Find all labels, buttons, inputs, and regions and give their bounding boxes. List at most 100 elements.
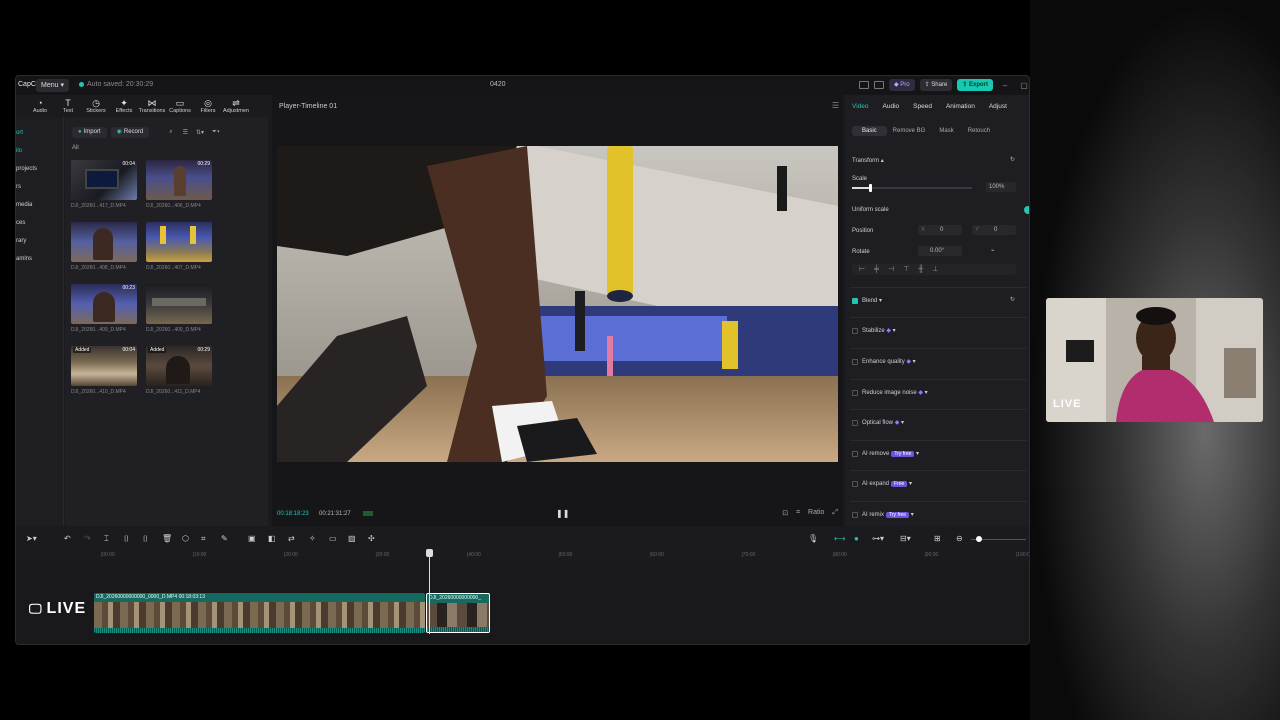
align-right-icon[interactable]: ⊣ bbox=[888, 264, 894, 275]
export-button[interactable]: ⇧ Export bbox=[957, 79, 993, 91]
playhead-handle[interactable] bbox=[426, 549, 433, 557]
flip-icon[interactable]: ⌁ bbox=[991, 247, 995, 254]
align-center-icon[interactable]: ╪ bbox=[874, 264, 879, 275]
sidebar-item-import[interactable]: ort bbox=[16, 127, 60, 139]
mic-icon[interactable]: 🎙 bbox=[808, 534, 818, 543]
subtab-remove-bg[interactable]: Remove BG bbox=[893, 128, 926, 134]
video-clip[interactable]: DJI_20260000000000_0000_D.MP4 00:18:03:1… bbox=[94, 593, 425, 633]
record-button[interactable]: ◉ Record bbox=[110, 126, 150, 138]
tool-text[interactable]: T Text bbox=[56, 95, 80, 117]
tool-adjustment[interactable]: ⇌ Adjustmen bbox=[223, 95, 249, 117]
stabilize-checkbox[interactable] bbox=[852, 328, 858, 334]
timeline-ruler[interactable]: |00:00 |10:00 |20:00 |30:00 |40:00 |50:00 |60:… bbox=[16, 549, 1029, 561]
blend-label[interactable]: Blend ▾ bbox=[862, 297, 882, 304]
sidebar-item-spaces[interactable]: ces bbox=[16, 217, 60, 229]
media-thumb-8[interactable]: Added 00:29 bbox=[146, 346, 212, 386]
media-thumb-4[interactable] bbox=[146, 222, 212, 262]
noise-label[interactable]: Reduce image noise ◆ ▾ bbox=[862, 389, 928, 396]
tab-video[interactable]: Video bbox=[852, 103, 869, 110]
pause-icon[interactable]: ❚❚ bbox=[556, 509, 569, 518]
ai-remove-checkbox[interactable] bbox=[852, 451, 858, 457]
media-thumb-5[interactable]: 00:23 bbox=[71, 284, 137, 324]
blend-checkbox[interactable] bbox=[852, 298, 858, 304]
screen-icon[interactable]: ▭ bbox=[329, 534, 337, 543]
blend-reset-icon[interactable]: ↻ bbox=[1010, 296, 1015, 303]
align-left-icon[interactable]: ⊢ bbox=[859, 264, 865, 275]
crop-tool-icon[interactable]: ⌗ bbox=[201, 534, 206, 544]
fit-icon[interactable]: ⊡ bbox=[782, 509, 788, 517]
tool-filters[interactable]: ◎ Filters bbox=[196, 95, 220, 117]
sidebar-item-projects[interactable]: projects bbox=[16, 163, 60, 175]
reverse-icon[interactable]: ⇄ bbox=[288, 534, 295, 543]
align-top-icon[interactable]: ⊤ bbox=[903, 264, 909, 275]
player-menu-icon[interactable]: ☰ bbox=[832, 101, 839, 110]
fullscreen-icon[interactable]: ⤢ bbox=[832, 509, 838, 517]
tab-animation[interactable]: Animation bbox=[946, 103, 975, 110]
subtab-mask[interactable]: Mask bbox=[939, 128, 953, 134]
subtab-retouch[interactable]: Retouch bbox=[968, 128, 990, 134]
ai-remix-checkbox[interactable] bbox=[852, 512, 858, 518]
tool-audio[interactable]: ◔ Audio bbox=[28, 95, 52, 117]
video-clip-selected[interactable]: DJI_20260000000000_ bbox=[426, 593, 490, 633]
scale-slider[interactable] bbox=[852, 184, 972, 192]
chain-icon[interactable]: ⊶▾ bbox=[872, 534, 884, 543]
enhance-label[interactable]: Enhance quality ◆ ▾ bbox=[862, 358, 916, 365]
ai-icon[interactable]: ✣ bbox=[368, 534, 375, 543]
ai-remove-label[interactable]: AI remove Try free ▾ bbox=[862, 450, 919, 457]
media-thumb-7[interactable]: Added 00:04 bbox=[71, 346, 137, 386]
sidebar-item-media[interactable]: ilo bbox=[16, 145, 60, 157]
pen-icon[interactable]: ✎ bbox=[221, 534, 228, 543]
zoom-out-icon[interactable]: ⊖ bbox=[956, 534, 963, 543]
marker-icon[interactable]: ⬡ bbox=[182, 534, 189, 543]
pro-button[interactable]: ◆ Pro bbox=[888, 79, 915, 91]
menu-button[interactable]: Menu ▾ bbox=[36, 79, 69, 92]
preview-axis-icon[interactable]: ⊟▾ bbox=[900, 534, 911, 543]
optical-flow-checkbox[interactable] bbox=[852, 420, 858, 426]
split-left-icon[interactable]: ⌷ bbox=[124, 534, 129, 544]
sort-icon[interactable]: ⇅▾ bbox=[196, 129, 204, 136]
shortcut-icon[interactable] bbox=[873, 81, 884, 89]
media-thumb-3[interactable] bbox=[71, 222, 137, 262]
ratio-button[interactable]: Ratio bbox=[808, 509, 824, 517]
video-preview[interactable] bbox=[277, 146, 838, 462]
undo-icon[interactable]: ↶ bbox=[64, 534, 71, 543]
tool-captions[interactable]: ▭ Captions bbox=[168, 95, 192, 117]
reset-icon[interactable]: ↻ bbox=[1010, 156, 1015, 163]
tab-speed[interactable]: Speed bbox=[913, 103, 932, 110]
align-middle-icon[interactable]: ╫ bbox=[918, 264, 923, 275]
maximize-icon[interactable]: ▢ bbox=[1017, 81, 1029, 90]
scale-slider-knob[interactable] bbox=[869, 184, 872, 192]
delete-icon[interactable]: 🗑 bbox=[162, 534, 172, 543]
sidebar-item-users[interactable]: rs bbox=[16, 181, 60, 193]
sidebar-item-stock-media[interactable]: media bbox=[16, 199, 60, 211]
noise-checkbox[interactable] bbox=[852, 390, 858, 396]
snap-icon[interactable]: ● bbox=[854, 534, 859, 543]
magic-icon[interactable]: ✧ bbox=[309, 534, 316, 543]
search-icon[interactable]: ⌕ bbox=[169, 129, 172, 136]
mirror-icon[interactable]: ◧ bbox=[268, 534, 276, 543]
layout-icon[interactable] bbox=[858, 81, 869, 89]
share-button[interactable]: ⇪ Share bbox=[919, 79, 953, 91]
image-icon[interactable]: ▨ bbox=[348, 534, 356, 543]
link-icon[interactable]: ⟷ bbox=[834, 534, 845, 543]
align-bottom-icon[interactable]: ⊥ bbox=[932, 264, 938, 275]
enhance-checkbox[interactable] bbox=[852, 359, 858, 365]
ai-remix-label[interactable]: AI remix Try free ▾ bbox=[862, 511, 914, 518]
tab-adjust[interactable]: Adjust bbox=[989, 103, 1007, 110]
tool-transitions[interactable]: ⋈ Transitions bbox=[139, 95, 166, 117]
media-thumb-1[interactable]: 00:04 bbox=[71, 160, 137, 200]
media-thumb-2[interactable]: 00:29 bbox=[146, 160, 212, 200]
tab-audio[interactable]: Audio bbox=[883, 103, 900, 110]
uniform-scale-toggle[interactable] bbox=[1024, 206, 1029, 214]
tool-effects[interactable]: ✦ Effects bbox=[112, 95, 136, 117]
minimize-icon[interactable]: – bbox=[998, 81, 1012, 90]
tool-stickers[interactable]: ◷ Stickers bbox=[84, 95, 108, 117]
subtab-basic[interactable]: Basic bbox=[852, 126, 887, 136]
optical-flow-label[interactable]: Optical flow ◆ ▾ bbox=[862, 419, 904, 426]
select-tool-icon[interactable]: ➤▾ bbox=[26, 534, 37, 543]
transform-heading[interactable]: Transform ▴ bbox=[852, 157, 884, 164]
crop-icon[interactable]: ⌗ bbox=[796, 509, 800, 517]
zoom-fit-icon[interactable]: ⊞ bbox=[934, 534, 941, 543]
split-icon[interactable]: ⌶ bbox=[104, 534, 109, 544]
redo-icon[interactable]: ↷ bbox=[84, 534, 91, 543]
